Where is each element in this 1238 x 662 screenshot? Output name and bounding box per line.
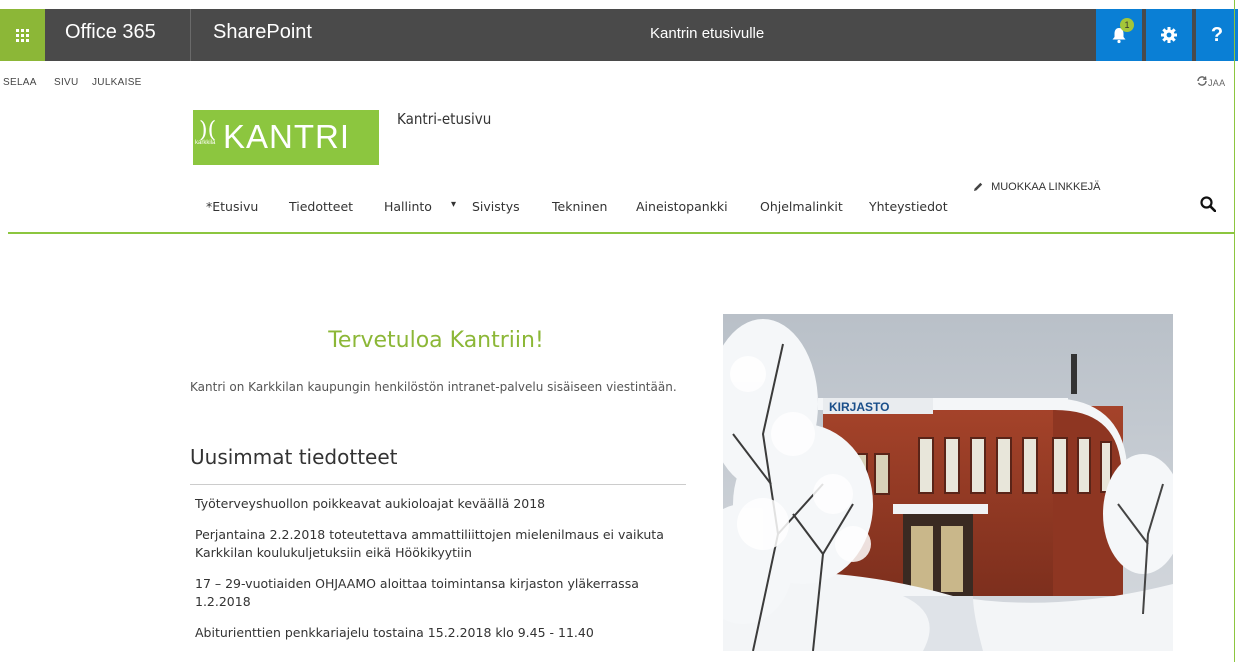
search-icon[interactable] (1200, 196, 1216, 212)
news-item[interactable]: Perjantaina 2.2.2018 toteutettava ammatt… (195, 526, 695, 562)
nav-item-sivistys[interactable]: Sivistys (472, 199, 520, 214)
chevron-down-icon[interactable]: ▾ (451, 199, 456, 210)
pencil-icon (974, 182, 983, 192)
page-border (1234, 0, 1235, 662)
ribbon-tab-page[interactable]: SIVU (54, 77, 79, 88)
edit-links-button[interactable]: MUOKKAA LINKKEJÄ (972, 181, 1101, 193)
logo-wordmark: KANTRI (223, 118, 351, 155)
site-title[interactable]: Kantri-etusivu (397, 110, 491, 128)
news-item[interactable]: Abiturienttien penkkariajelu tostaina 15… (195, 624, 695, 642)
notification-count-badge: 1 (1120, 18, 1134, 32)
library-photo: KIRJASTO (723, 314, 1173, 651)
welcome-heading: Tervetuloa Kantriin! (328, 328, 544, 353)
intro-text: Kantri on Karkkilan kaupungin henkilöstö… (190, 380, 677, 394)
library-photo-illustration: KIRJASTO (723, 314, 1173, 651)
news-item[interactable]: Työterveyshuollon poikkeavat aukioloajat… (195, 495, 695, 513)
site-logo[interactable]: )( karkkila KANTRI (193, 110, 379, 165)
nav-item-tiedotteet[interactable]: Tiedotteet (289, 199, 353, 214)
gear-icon (1161, 27, 1177, 43)
help-button[interactable]: ? (1196, 9, 1238, 61)
library-sign-text: KIRJASTO (829, 400, 889, 414)
news-item[interactable]: 17 – 29-vuotiaiden OHJAAMO aloittaa toim… (195, 575, 695, 611)
nav-item-hallinto[interactable]: Hallinto (384, 199, 432, 214)
help-icon: ? (1210, 23, 1224, 46)
news-heading: Uusimmat tiedotteet (190, 445, 398, 469)
ribbon-tab-browse[interactable]: SELAA (3, 77, 37, 88)
logo-small-text: karkkila (195, 140, 216, 146)
suite-center-title: Kantrin etusivulle (650, 25, 765, 42)
ribbon-tab-publish[interactable]: JULKAISE (92, 77, 142, 88)
suite-bar: Office 365 SharePoint Kantrin etusivulle… (0, 9, 1238, 61)
settings-button[interactable] (1146, 9, 1192, 61)
news-list: Työterveyshuollon poikkeavat aukioloajat… (195, 495, 695, 655)
waffle-icon[interactable] (0, 9, 45, 61)
top-navigation: *Etusivu Tiedotteet Hallinto ▾ Sivistys … (0, 190, 1238, 230)
nav-item-ohjelmalinkit[interactable]: Ohjelmalinkit (760, 199, 843, 214)
nav-divider (8, 232, 1234, 234)
office365-link[interactable]: Office 365 (65, 21, 156, 44)
share-button[interactable]: JAA (1196, 75, 1225, 88)
news-divider (190, 484, 686, 485)
share-label: JAA (1208, 78, 1226, 88)
nav-item-yhteystiedot[interactable]: Yhteystiedot (869, 199, 948, 214)
nav-item-aineistopankki[interactable]: Aineistopankki (636, 199, 728, 214)
edit-links-label: MUOKKAA LINKKEJÄ (991, 181, 1101, 194)
nav-item-etusivu[interactable]: *Etusivu (206, 199, 258, 214)
ribbon-bar: SELAA SIVU JULKAISE JAA (0, 74, 1238, 94)
nav-item-tekninen[interactable]: Tekninen (552, 199, 607, 214)
notifications-button[interactable]: 1 (1096, 9, 1142, 61)
sync-icon (1197, 76, 1207, 86)
suite-divider (190, 9, 191, 61)
sharepoint-link[interactable]: SharePoint (213, 21, 312, 44)
